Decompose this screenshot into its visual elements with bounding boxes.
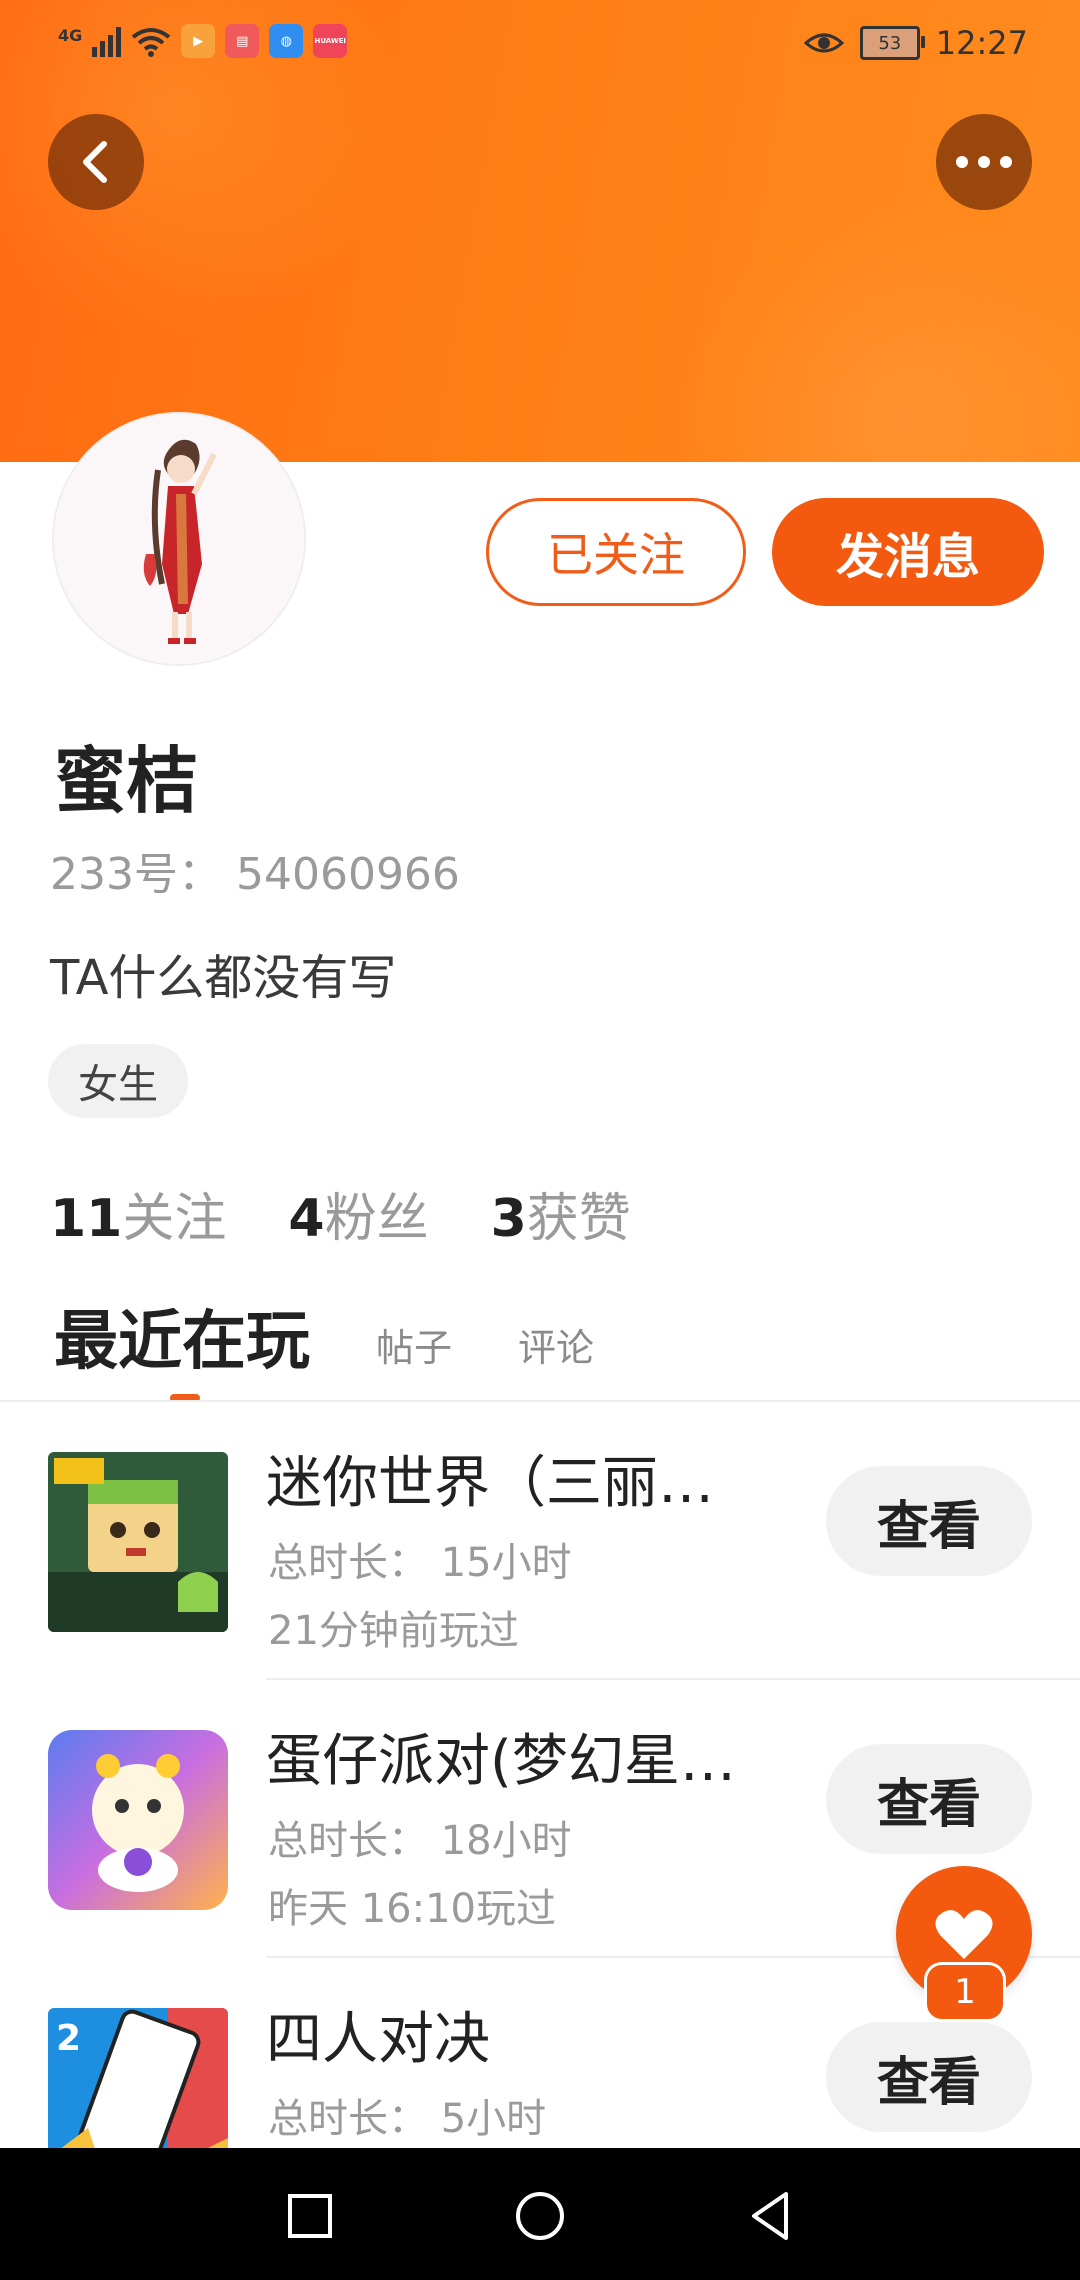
play-store-icon: ▶ xyxy=(181,24,216,58)
list-item[interactable]: 迷你世界（三丽… 总时长： 15小时 21分钟前玩过 查看 xyxy=(0,1402,1080,1680)
user-bio: TA什么都没有写 xyxy=(50,950,397,1006)
game-icon xyxy=(48,1452,228,1632)
recent-apps-icon[interactable] xyxy=(282,2188,338,2244)
likes-count: 3 xyxy=(490,1189,527,1249)
game-duration: 总时长： 18小时 xyxy=(268,1818,572,1864)
game-last-played: 21分钟前玩过 xyxy=(268,1608,519,1654)
followers-count: 4 xyxy=(288,1189,325,1249)
following-label: 关注 xyxy=(122,1189,227,1249)
battery-level: 53 xyxy=(878,32,902,54)
battery-icon: 53 xyxy=(859,26,925,60)
game-last-played: 昨天 16:10玩过 xyxy=(268,1886,556,1932)
more-options-button[interactable] xyxy=(936,114,1032,210)
likes-stat: 3获赞 xyxy=(491,1176,631,1251)
network-type: 4G xyxy=(58,25,83,45)
book-app-icon: ▤ xyxy=(225,24,260,58)
browser-app-icon: ◍ xyxy=(269,24,304,58)
likes-label: 获赞 xyxy=(526,1189,631,1249)
user-stats: 11关注 4粉丝 3获赞 xyxy=(50,1176,631,1251)
tab-posts[interactable]: 帖子 xyxy=(376,1317,452,1382)
huawei-app-icon: HUAWEI xyxy=(313,24,348,58)
user-name: 蜜桔 xyxy=(54,739,199,823)
avatar-character-image xyxy=(54,414,304,664)
svg-text:2: 2 xyxy=(56,2018,81,2059)
more-dots-icon xyxy=(956,156,1012,168)
tab-comments[interactable]: 评论 xyxy=(518,1317,594,1382)
back-button[interactable] xyxy=(48,114,144,210)
gender-tag: 女生 xyxy=(48,1044,188,1118)
heart-icon xyxy=(935,1910,993,1959)
game-duration: 总时长： 15小时 xyxy=(268,1540,572,1586)
view-game-button[interactable]: 查看 xyxy=(826,1744,1032,1854)
game-title: 迷你世界（三丽… xyxy=(266,1451,714,1516)
wifi-icon xyxy=(132,28,171,57)
back-triangle-icon[interactable] xyxy=(742,2188,798,2244)
view-game-button[interactable]: 查看 xyxy=(826,1466,1032,1576)
user-id: 233号： 54060966 xyxy=(50,849,460,900)
view-game-button[interactable]: 查看 xyxy=(826,2022,1032,2132)
signal-icon xyxy=(92,25,122,57)
eye-comfort-icon xyxy=(803,33,844,53)
followers-stat[interactable]: 4粉丝 xyxy=(288,1176,428,1251)
following-count: 11 xyxy=(50,1189,123,1249)
system-navigation-bar xyxy=(0,2148,1080,2280)
favorite-count-badge: 1 xyxy=(924,1962,1006,2022)
followed-button[interactable]: 已关注 xyxy=(486,498,746,606)
home-icon[interactable] xyxy=(512,2188,568,2244)
game-title: 四人对决 xyxy=(266,2007,490,2072)
following-stat[interactable]: 11关注 xyxy=(50,1176,226,1251)
avatar[interactable] xyxy=(54,414,304,664)
send-message-button[interactable]: 发消息 xyxy=(772,498,1044,606)
followers-label: 粉丝 xyxy=(324,1189,429,1249)
clock: 12:27 xyxy=(935,24,1028,62)
profile-tabs: 最近在玩 帖子 评论 xyxy=(54,1290,594,1382)
tab-recently-played[interactable]: 最近在玩 xyxy=(54,1290,310,1382)
chevron-left-icon xyxy=(83,141,107,183)
game-duration: 总时长： 5小时 xyxy=(268,2096,547,2142)
game-icon xyxy=(48,1730,228,1910)
game-title: 蛋仔派对(梦幻星… xyxy=(266,1729,736,1794)
status-bar: 4G ▶ ▤ ◍ HUAWEI 53 12:27 xyxy=(0,0,1080,90)
